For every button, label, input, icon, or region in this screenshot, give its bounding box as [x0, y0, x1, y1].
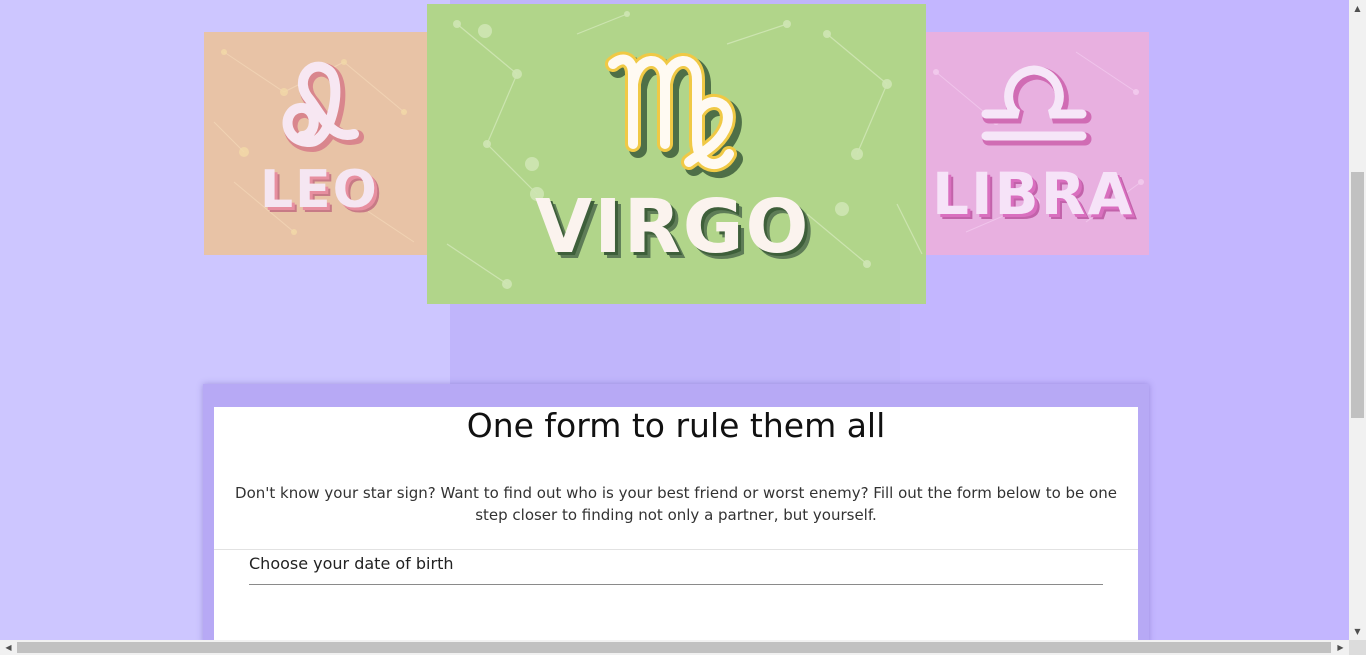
scroll-left-icon[interactable]: ◀	[0, 640, 17, 655]
leo-symbol-icon	[262, 50, 372, 160]
libra-label: LIBRA	[932, 160, 1135, 228]
virgo-symbol-icon	[603, 44, 763, 184]
form-title: One form to rule them all	[466, 406, 886, 445]
scroll-right-icon[interactable]: ▶	[1332, 640, 1349, 655]
date-of-birth-field[interactable]	[249, 584, 1103, 585]
vertical-scrollbar[interactable]: ▲ ▼	[1349, 0, 1366, 640]
horizontal-scroll-thumb[interactable]	[17, 642, 1331, 653]
carousel-slide-libra[interactable]: LIBRA	[926, 32, 1149, 255]
vertical-scroll-thumb[interactable]	[1351, 172, 1364, 418]
scroll-up-icon[interactable]: ▲	[1349, 0, 1366, 17]
scroll-down-icon[interactable]: ▼	[1349, 623, 1366, 640]
carousel-slide-virgo[interactable]: VIRGO	[427, 4, 926, 304]
date-of-birth-label: Choose your date of birth	[249, 554, 454, 573]
form-divider	[214, 549, 1138, 550]
libra-symbol-icon	[976, 62, 1096, 152]
leo-label: LEO	[260, 160, 379, 220]
carousel-slide-leo[interactable]: LEO	[204, 32, 427, 255]
scrollbar-corner	[1349, 640, 1366, 655]
virgo-label: VIRGO	[535, 184, 811, 270]
form-description: Don't know your star sign? Want to find …	[235, 484, 1117, 524]
horizontal-scrollbar[interactable]: ◀ ▶	[0, 640, 1349, 655]
